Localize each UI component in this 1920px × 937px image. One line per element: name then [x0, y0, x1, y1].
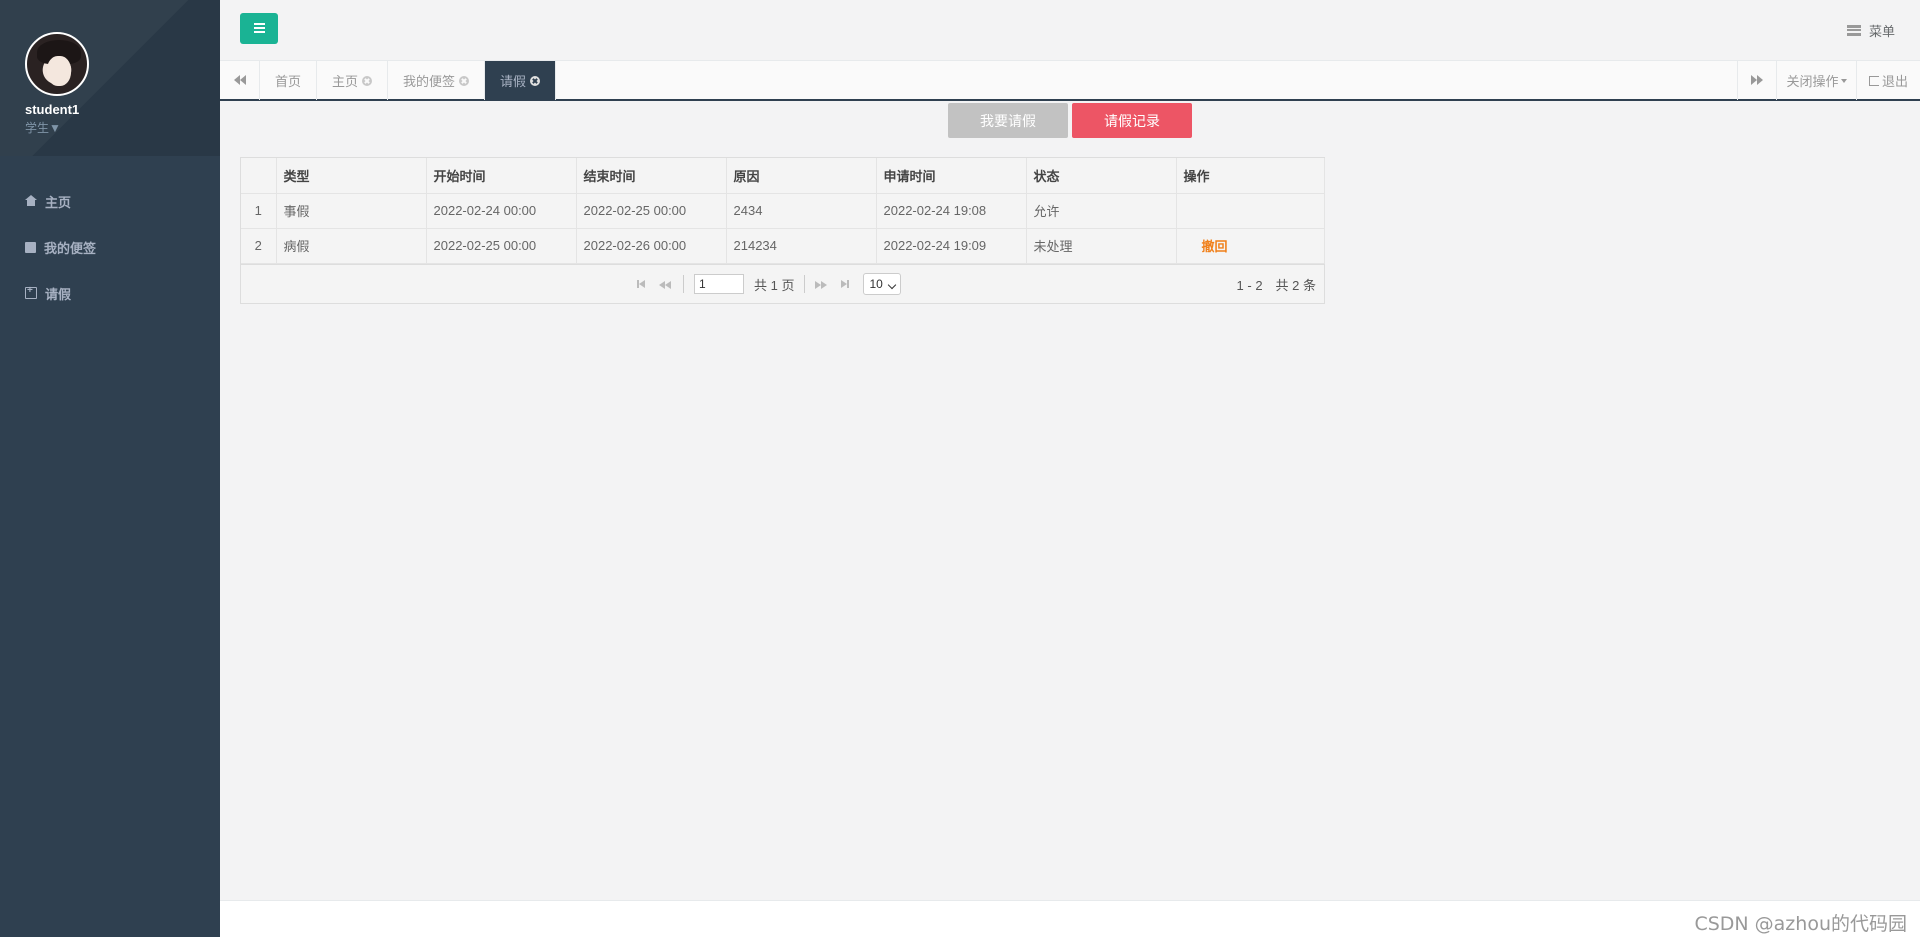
cell-type: 病假 — [276, 228, 427, 264]
next-page-icon[interactable] — [815, 277, 829, 291]
column-header[interactable]: 申请时间 — [876, 158, 1027, 194]
tab-main[interactable]: 主页 — [317, 61, 389, 100]
pagination-controls: 共 1 页 10 — [635, 265, 902, 304]
page-number-input[interactable] — [694, 274, 744, 294]
divider — [804, 275, 806, 293]
sidebar-item-leave[interactable]: 请假 — [0, 270, 220, 316]
menu-toggle-button[interactable] — [240, 13, 278, 44]
close-operations-label: 关闭操作 — [1786, 74, 1839, 89]
close-icon[interactable] — [530, 75, 541, 86]
tab-leave[interactable]: 请假 — [485, 61, 557, 100]
tabs-bar: 首页 主页 我的便签 请假 关闭操作 退出 — [220, 60, 1920, 101]
cell-action — [1176, 193, 1325, 229]
cell-reason: 2434 — [726, 193, 877, 229]
page-size-select[interactable]: 10 — [863, 273, 902, 295]
cell-type: 事假 — [276, 193, 427, 229]
column-header[interactable]: 开始时间 — [426, 158, 577, 194]
action-buttons: 我要请假 请假记录 — [948, 103, 1192, 138]
user-name: student1 — [25, 102, 80, 117]
home-icon — [25, 195, 37, 207]
cell-status: 允许 — [1026, 193, 1177, 229]
cell-end: 2022-02-26 00:00 — [576, 228, 727, 264]
profile-header: student1 学生▼ — [0, 0, 220, 156]
sign-out-icon — [1868, 75, 1879, 86]
cell-start: 2022-02-24 00:00 — [426, 193, 577, 229]
calendar-icon — [25, 285, 37, 299]
cell-end: 2022-02-25 00:00 — [576, 193, 727, 229]
footer: CSDN @azhou的代码园 — [220, 900, 1920, 937]
sidebar-nav: 主页 我的便签 请假 — [0, 178, 220, 316]
column-header[interactable]: 状态 — [1026, 158, 1177, 194]
table-header-row: 类型 开始时间 结束时间 原因 申请时间 状态 操作 — [241, 158, 1325, 194]
menu-list-icon — [1846, 25, 1861, 36]
tab-notes[interactable]: 我的便签 — [388, 61, 486, 100]
close-icon[interactable] — [362, 75, 373, 86]
sidebar-item-home[interactable]: 主页 — [0, 178, 220, 224]
menu-label: 菜单 — [1868, 24, 1895, 39]
column-header[interactable]: 类型 — [276, 158, 427, 194]
logout-button[interactable]: 退出 — [1857, 61, 1920, 100]
first-page-icon[interactable] — [635, 277, 649, 291]
topbar: 菜单 — [220, 0, 1920, 60]
cell-applied: 2022-02-24 19:08 — [876, 193, 1027, 229]
double-chevron-left-icon — [234, 73, 246, 88]
caret-down-icon — [1840, 78, 1847, 83]
user-role-dropdown[interactable]: 学生▼ — [25, 119, 220, 136]
apply-leave-button[interactable]: 我要请假 — [948, 103, 1068, 138]
page-size-value: 10 — [869, 277, 883, 291]
close-operations-dropdown[interactable]: 关闭操作 — [1777, 61, 1857, 100]
tab-scroll-right-button[interactable] — [1737, 61, 1777, 100]
table-row[interactable]: 2 病假 2022-02-25 00:00 2022-02-26 00:00 2… — [241, 228, 1325, 264]
sidebar-item-label: 主页 — [45, 194, 72, 210]
tab-home-page[interactable]: 首页 — [260, 61, 318, 100]
row-number: 1 — [241, 193, 277, 229]
tab-scroll-left-button[interactable] — [220, 61, 260, 100]
cell-applied: 2022-02-24 19:09 — [876, 228, 1027, 264]
cell-status: 未处理 — [1026, 228, 1177, 264]
tabs: 首页 主页 我的便签 请假 — [260, 61, 557, 100]
menu-link[interactable]: 菜单 — [1846, 21, 1895, 40]
tab-label: 我的便签 — [403, 74, 456, 89]
logout-label: 退出 — [1881, 74, 1908, 89]
sidebar-item-label: 请假 — [45, 286, 72, 302]
sidebar: student1 学生▼ 主页 我的便签 请假 — [0, 0, 220, 937]
cell-reason: 214234 — [726, 228, 877, 264]
tab-label: 请假 — [500, 74, 527, 89]
tab-label: 主页 — [332, 74, 359, 89]
cell-start: 2022-02-25 00:00 — [426, 228, 577, 264]
main-content: 我要请假 请假记录 类型 开始时间 结束时间 原因 申请时间 状态 操作 1 事… — [220, 101, 1920, 901]
watermark-text: CSDN @azhou的代码园 — [1694, 913, 1907, 935]
divider — [683, 275, 684, 293]
leave-records-table: 类型 开始时间 结束时间 原因 申请时间 状态 操作 1 事假 2022-02-… — [240, 157, 1325, 304]
note-icon — [25, 241, 36, 253]
column-header — [241, 158, 277, 194]
last-page-icon[interactable] — [839, 277, 853, 291]
row-number: 2 — [241, 228, 277, 264]
column-header[interactable]: 结束时间 — [576, 158, 727, 194]
column-header: 操作 — [1176, 158, 1325, 194]
column-header[interactable]: 原因 — [726, 158, 877, 194]
double-chevron-right-icon — [1751, 73, 1763, 88]
leave-records-button[interactable]: 请假记录 — [1072, 103, 1192, 138]
sidebar-item-label: 我的便签 — [44, 240, 97, 256]
revoke-link[interactable]: 撤回 — [1184, 239, 1228, 254]
total-pages-label: 共 1 页 — [754, 277, 795, 293]
sidebar-item-notes[interactable]: 我的便签 — [0, 224, 220, 270]
cell-action: 撤回 — [1176, 228, 1325, 264]
avatar[interactable] — [25, 32, 89, 96]
pagination-info: 1 - 2 共 2 条 — [1236, 277, 1316, 293]
tab-label: 首页 — [275, 74, 302, 89]
table-row[interactable]: 1 事假 2022-02-24 00:00 2022-02-25 00:00 2… — [241, 193, 1325, 229]
close-icon[interactable] — [459, 75, 470, 86]
pagination: 共 1 页 10 1 - 2 共 2 条 — [241, 263, 1324, 304]
previous-page-icon[interactable] — [659, 277, 673, 291]
